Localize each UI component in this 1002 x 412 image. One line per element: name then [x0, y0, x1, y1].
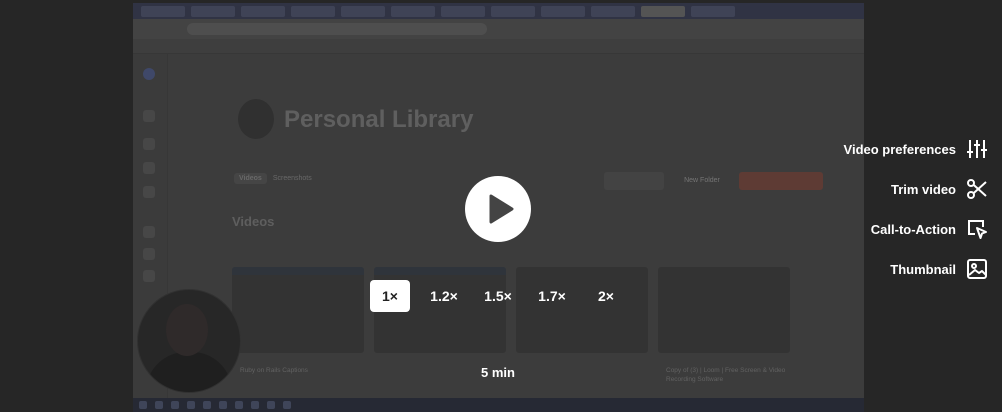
play-icon [489, 194, 514, 224]
speed-1.7x-button[interactable]: 1.7× [532, 280, 572, 312]
cursor-click-icon [968, 220, 987, 239]
action-label: Video preferences [843, 141, 956, 157]
duration-label: 5 min [481, 365, 515, 380]
video-preferences-button[interactable]: Video preferences [844, 136, 988, 162]
play-button[interactable] [465, 176, 531, 242]
trim-video-button[interactable]: Trim video [891, 176, 988, 202]
speed-2x-button[interactable]: 2× [586, 280, 626, 312]
thumbnail-button[interactable]: Thumbnail [890, 256, 988, 282]
speed-1.5x-button[interactable]: 1.5× [478, 280, 518, 312]
speed-1x-button[interactable]: 1× [370, 280, 410, 312]
scissors-icon [967, 179, 987, 199]
sliders-icon [967, 140, 987, 158]
action-label: Trim video [890, 181, 956, 197]
call-to-action-button[interactable]: Call-to-Action [871, 216, 988, 242]
action-label: Call-to-Action [870, 221, 956, 237]
speed-1.2x-button[interactable]: 1.2× [424, 280, 464, 312]
image-icon [967, 259, 987, 279]
video-player: Personal Library Videos Screenshots New F… [0, 0, 1002, 412]
action-label: Thumbnail [890, 261, 956, 277]
